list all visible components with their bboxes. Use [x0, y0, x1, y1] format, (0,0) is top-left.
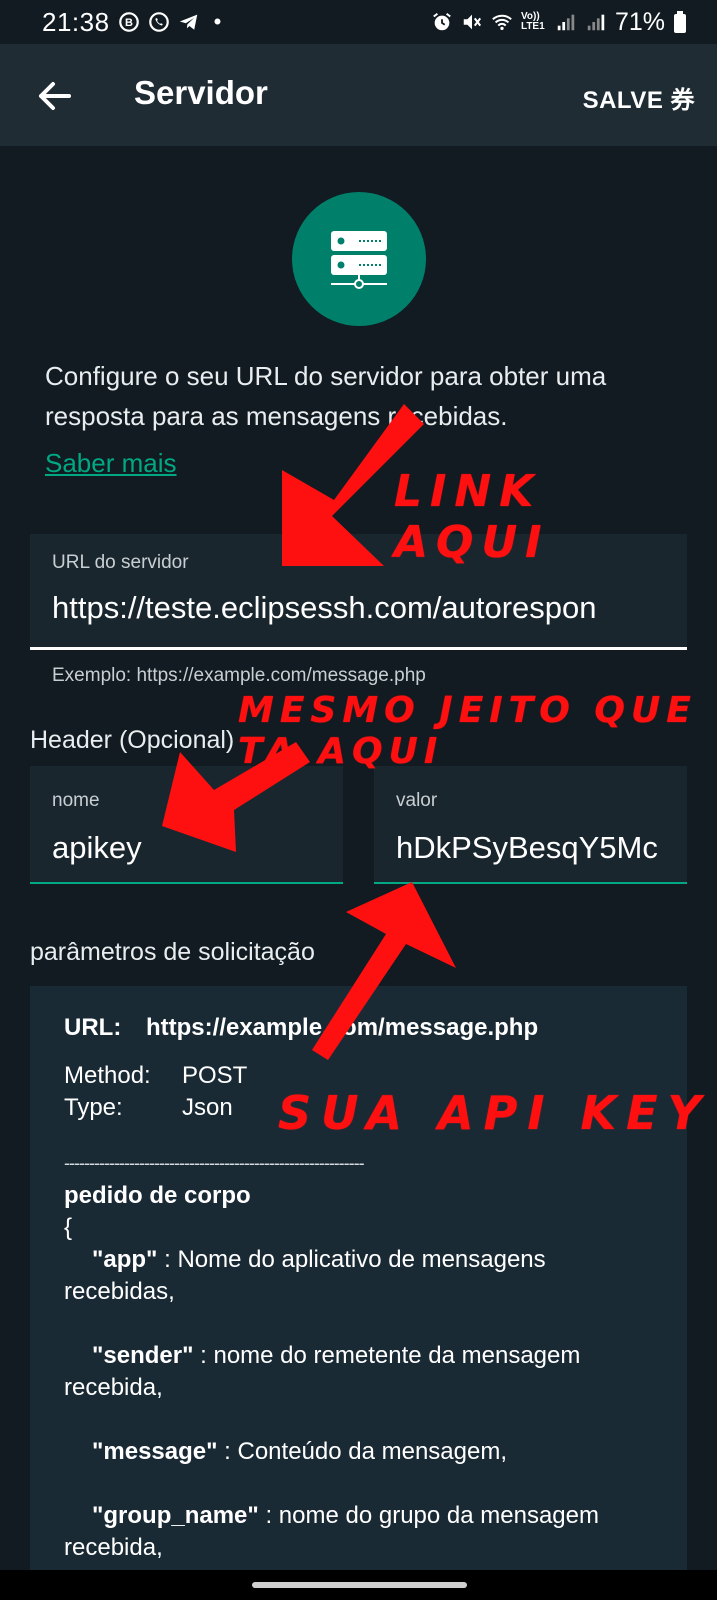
alarm-icon: [433, 12, 451, 31]
params-item-key: "message": [92, 1438, 218, 1465]
header-value-label: valor: [396, 790, 438, 811]
server-url-helper: Exemplo: https://example.com/message.php: [52, 665, 426, 686]
status-left: 21:38 B •: [42, 7, 221, 38]
header-value-input[interactable]: hDkPSyBesqY5Mc: [396, 830, 666, 866]
params-item: "sender" : nome do remetente da mensagem…: [64, 1340, 653, 1404]
status-right: Vo)) LTE1 71%: [431, 8, 687, 37]
wifi-icon: [492, 14, 512, 31]
header-name-input[interactable]: apikey: [52, 830, 322, 866]
notification-dot: •: [213, 9, 222, 34]
learn-more-link[interactable]: Saber mais: [45, 448, 177, 479]
whatsapp-business-icon: B: [118, 12, 139, 32]
params-item-text: : Conteúdo da mensagem,: [217, 1438, 508, 1465]
params-method-key: Method:: [64, 1062, 151, 1089]
svg-text:B: B: [125, 17, 133, 29]
mute-icon: [463, 14, 482, 30]
request-params-label: parâmetros de solicitação: [30, 938, 315, 966]
header-name-label: nome: [52, 790, 100, 811]
arrow-left-icon: [39, 82, 71, 110]
params-type-value: Json: [182, 1094, 233, 1121]
params-item-key: "sender": [92, 1342, 194, 1369]
signal-icon: [557, 14, 575, 31]
volte-badge: Vo)) LTE1: [520, 11, 545, 32]
annotation-link-here: LINK AQUI: [394, 466, 550, 568]
params-url-row: URL: https://example.com/message.php: [64, 1012, 653, 1044]
server-url-input[interactable]: https://teste.eclipsessh.com/autorespon: [52, 590, 672, 626]
params-url-value: https://example.com/message.php: [146, 1014, 539, 1041]
system-nav-bar: [0, 1570, 717, 1600]
telegram-icon: [179, 14, 197, 30]
params-item: "app" : Nome do aplicativo de mensagens …: [64, 1244, 653, 1308]
back-button[interactable]: [30, 72, 78, 120]
status-time: 21:38: [42, 6, 110, 37]
params-item: "message" : Conteúdo da mensagem,: [64, 1436, 653, 1468]
server-icon: [331, 231, 387, 289]
request-params-box: URL: https://example.com/message.php Met…: [30, 986, 687, 1576]
params-item-key: "app": [92, 1246, 158, 1273]
annotation-api-key: SUA API KEY: [278, 1086, 711, 1140]
annotation-same-way: MESMO JEITO QUE TA AQUI: [238, 690, 697, 772]
header-name-field[interactable]: nome apikey: [30, 766, 343, 884]
home-gesture-handle[interactable]: [252, 1582, 467, 1588]
server-icon-circle: [292, 192, 426, 326]
battery-percent: 71%: [614, 7, 665, 36]
intro-description: Configure o seu URL do servidor para obt…: [45, 361, 607, 431]
battery-icon: [674, 11, 686, 33]
params-open-brace: {: [64, 1214, 73, 1241]
header-value-field[interactable]: valor hDkPSyBesqY5Mc: [374, 766, 687, 884]
header-section-label: Header (Opcional): [30, 726, 235, 754]
params-url-key: URL:: [64, 1014, 122, 1041]
params-type-key: Type:: [64, 1094, 123, 1121]
app-bar: Servidor SALVE 券: [0, 44, 717, 146]
status-bar: 21:38 B • Vo)) LTE1 71%: [0, 0, 717, 44]
page-title: Servidor: [134, 74, 268, 111]
params-item: "group_name" : nome do grupo da mensagem…: [64, 1500, 653, 1564]
signal-icon: [587, 14, 605, 31]
params-body-title: pedido de corpo: [64, 1182, 251, 1209]
server-url-label: URL do servidor: [52, 552, 189, 573]
params-method-value: POST: [182, 1062, 248, 1089]
save-button[interactable]: SALVE 券: [583, 80, 695, 115]
params-separator: ----------------------------------------…: [64, 1153, 365, 1173]
whatsapp-icon: [148, 12, 169, 32]
params-item-key: "group_name": [92, 1502, 259, 1529]
